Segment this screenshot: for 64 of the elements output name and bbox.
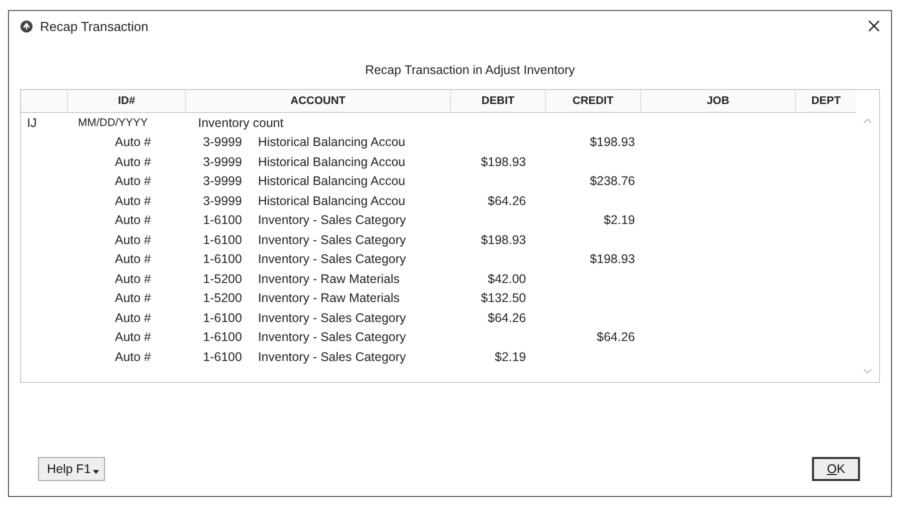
column-header: ACCOUNT [290,95,346,107]
table-cell: Auto # [114,272,151,286]
table-cell: 1-6100 [203,310,242,325]
table-cell: 1-6100 [203,330,242,344]
table-cell: Auto # [114,154,151,169]
table-cell-text: Inventory count [197,116,284,130]
table-cell: 3-9999 [203,194,242,208]
dialog-heading: Recap Transaction in Adjust Inventory [364,63,576,77]
ok-button[interactable]: OK [812,457,860,481]
help-button[interactable]: Help F1 [38,457,105,481]
table-cell: $64.26 [488,310,526,325]
table-cell: Inventory - Sales Category [258,232,406,247]
table-cell: 3-9999 [203,174,242,188]
column-header: JOB [706,95,730,107]
column-header: CREDIT [572,95,614,107]
table-cell: 1-5200 [203,272,242,286]
table-cell: $42.00 [488,272,526,286]
app-icon [20,20,33,32]
table-cell: $132.50 [480,291,526,306]
table-cell: Auto # [114,213,151,228]
table-cell: $198.93 [480,154,526,169]
table-cell: Historical Balancing Accou [258,174,406,188]
table-cell: $64.26 [488,194,526,208]
table-cell: Historical Balancing Accou [258,194,406,208]
table-cell: Auto # [114,194,151,208]
table-cell-text: MM/DD/YYYY [77,116,148,129]
table-cell: Auto # [114,330,151,344]
table-cell: Inventory - Sales Category [258,350,406,364]
close-icon[interactable] [868,20,880,32]
table-cell: 1-6100 [203,350,242,364]
column-header: DEPT [811,95,841,107]
table-cell: Historical Balancing Accou [258,154,406,169]
table-cell: Inventory - Raw Materials [258,272,400,286]
table-cell: 3-9999 [203,135,242,150]
table-cell: $198.93 [590,252,635,266]
table-cell: Auto # [114,310,151,325]
table-cell: Historical Balancing Accou [258,135,406,150]
table-cell: Auto # [114,252,151,266]
table-cell: Auto # [114,174,151,188]
table-cell: 1-5200 [203,291,242,306]
table-cell: 3-9999 [203,154,242,169]
table-cell: Auto # [114,350,151,364]
column-header: DEBIT [482,95,514,107]
caret-icon[interactable] [92,470,99,474]
table-cell: $64.26 [596,330,635,344]
table-cell: $198.93 [480,232,526,247]
table-cell: Inventory - Sales Category [258,252,406,266]
window-title: Recap Transaction [40,18,150,34]
table-cell: $2.19 [494,350,526,364]
table-cell: $198.93 [590,135,635,150]
table-cell-text: IJ [26,116,37,130]
table-cell: 1-6100 [203,213,242,228]
table-cell: Auto # [114,291,151,306]
table-cell: 1-6100 [203,232,242,247]
table-cell: Inventory - Sales Category [258,330,406,344]
table-cell: $238.76 [590,174,635,188]
column-header: ID# [118,95,136,107]
table-cell: Inventory - Sales Category [258,310,406,325]
table-cell: Inventory - Sales Category [258,213,406,228]
table-cell: Auto # [114,135,151,150]
table-cell: Auto # [114,232,151,247]
table-cell: Inventory - Raw Materials [258,291,400,306]
table-cell: $2.19 [604,213,635,228]
table-cell: 1-6100 [203,252,242,266]
